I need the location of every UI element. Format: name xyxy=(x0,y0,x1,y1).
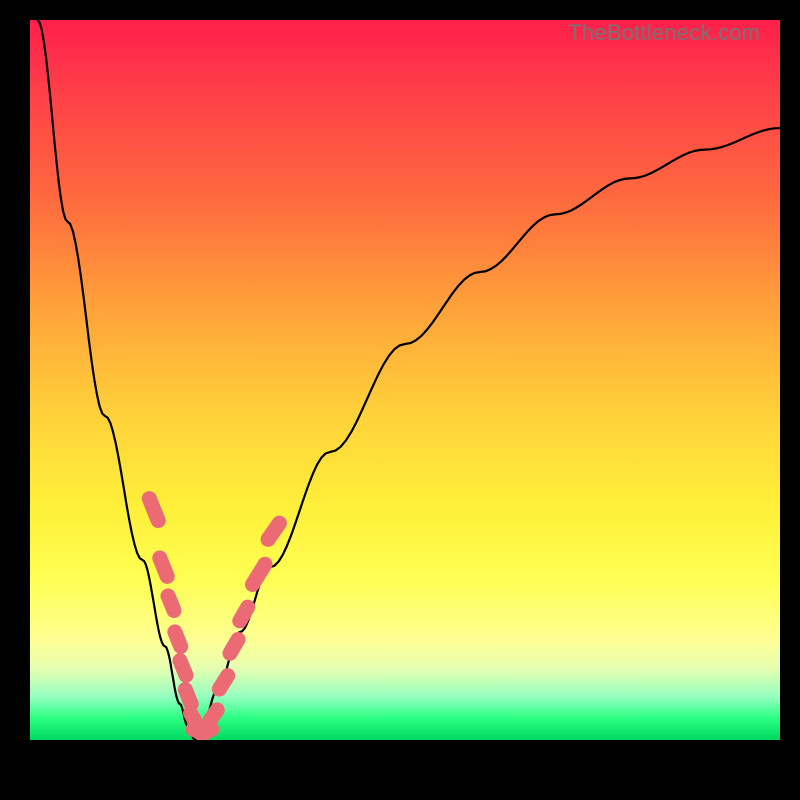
bead-marker xyxy=(185,690,191,705)
bottleneck-curve xyxy=(38,20,781,740)
watermark-text: TheBottleneck.com xyxy=(568,20,760,46)
data-beads xyxy=(149,499,279,734)
bead-marker xyxy=(180,661,186,676)
bead-marker xyxy=(201,729,212,733)
bead-marker xyxy=(168,596,174,611)
bead-marker xyxy=(219,676,227,689)
bead-marker xyxy=(149,499,158,521)
bead-marker xyxy=(210,710,217,720)
bead-marker xyxy=(160,558,167,576)
bead-marker xyxy=(240,607,248,621)
chart-frame: TheBottleneck.com xyxy=(30,20,780,780)
bead-marker xyxy=(175,632,181,647)
bead-marker xyxy=(268,523,279,539)
bead-marker xyxy=(230,640,238,654)
chart-overlay xyxy=(30,20,780,740)
bead-marker xyxy=(253,564,266,584)
